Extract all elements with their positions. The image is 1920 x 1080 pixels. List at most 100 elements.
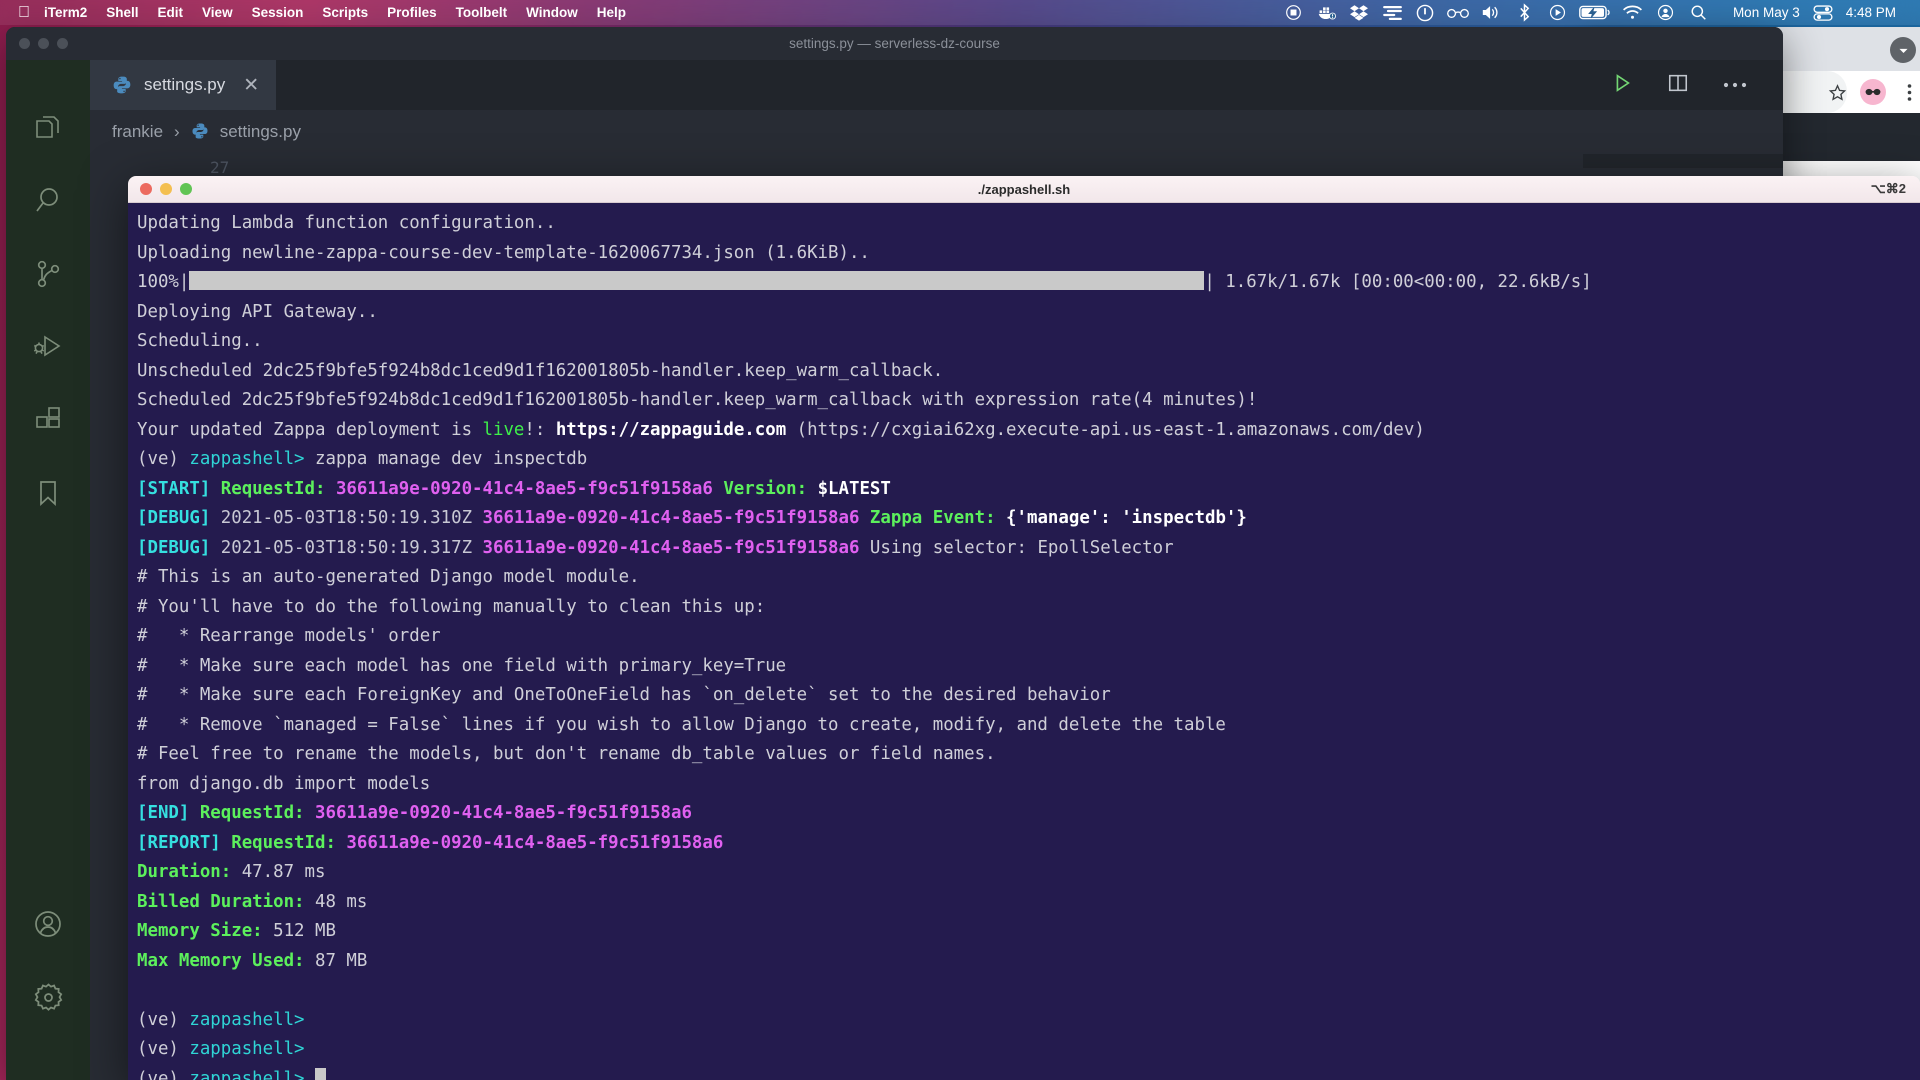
menu-item-iterm2[interactable]: iTerm2 <box>44 5 87 20</box>
terminal-line: Unscheduled 2dc25f9bfe5f924b8dc1ced9d1f1… <box>137 357 1920 387</box>
sidebar-item-search[interactable] <box>6 167 90 240</box>
terminal-text: Max Memory Used: <box>137 950 305 971</box>
terminal-line: Scheduled 2dc25f9bfe5f924b8dc1ced9d1f162… <box>137 386 1920 416</box>
user-icon[interactable] <box>1649 0 1682 25</box>
sidebar-item-source-control[interactable] <box>6 240 90 313</box>
terminal-line: (ve) zappashell> zappa manage dev inspec… <box>137 445 1920 475</box>
vscode-tab-bar[interactable]: settings.py ✕ <box>90 60 1783 110</box>
terminal-line: [START] RequestId: 36611a9e-0920-41c4-8a… <box>137 475 1920 505</box>
vscode-close-button[interactable] <box>19 38 30 49</box>
terminal-text: 36611a9e-0920-41c4-8ae5-f9c51f9158a6 <box>482 508 860 528</box>
editor-line-number: 27 <box>210 158 230 177</box>
terminal-text: | 1.67k/1.67k [00:00<00:00, 22.6kB/s] <box>1204 272 1592 292</box>
menu-item-profiles[interactable]: Profiles <box>387 5 437 20</box>
menu-item-scripts[interactable]: Scripts <box>322 5 368 20</box>
apple-logo-icon[interactable]:  <box>18 4 30 21</box>
terminal-text: [END] <box>137 803 190 823</box>
menu-item-shell[interactable]: Shell <box>106 5 138 20</box>
terminal-text: zappashell> <box>189 1068 305 1080</box>
account-icon <box>32 908 64 945</box>
avatar[interactable] <box>1860 79 1886 105</box>
iterm-window[interactable]: ./zappashell.sh ⌥⌘2 Updating Lambda func… <box>128 176 1920 1080</box>
sidebar-item-extensions[interactable] <box>6 386 90 459</box>
more-actions-icon[interactable] <box>1723 76 1747 94</box>
bartender-icon[interactable] <box>1376 0 1409 25</box>
menu-item-session[interactable]: Session <box>252 5 304 20</box>
menu-item-help[interactable]: Help <box>597 5 626 20</box>
terminal-text: {'manage': 'inspectdb'} <box>1006 508 1247 528</box>
terminal-text: zappa manage dev inspectdb <box>304 449 588 469</box>
wifi-icon[interactable] <box>1616 0 1649 25</box>
vscode-traffic-lights[interactable] <box>19 38 68 49</box>
sidebar-item-bookmarks[interactable] <box>6 459 90 532</box>
terminal-text: RequestId: <box>220 832 347 853</box>
terminal-text: Scheduling.. <box>137 331 263 351</box>
chevron-down-icon[interactable] <box>1890 37 1916 63</box>
editor-right-strip <box>1583 154 1783 168</box>
vscode-maximize-button[interactable] <box>57 38 68 49</box>
menu-item-view[interactable]: View <box>202 5 233 20</box>
tab-settings-py[interactable]: settings.py ✕ <box>90 60 277 110</box>
terminal-text: (ve) <box>137 449 190 469</box>
iterm-shortcut-label: ⌥⌘2 <box>1870 181 1906 196</box>
terminal-text: (ve) <box>137 1068 190 1080</box>
record-icon[interactable] <box>1277 0 1310 25</box>
docker-icon[interactable] <box>1310 0 1343 25</box>
terminal-line: (ve) zappashell> <box>137 1065 1920 1080</box>
onepassword-icon[interactable] <box>1409 0 1442 25</box>
star-icon[interactable] <box>1824 79 1850 105</box>
sidebar-item-account[interactable] <box>6 890 90 963</box>
terminal-text: 36611a9e-0920-41c4-8ae5-f9c51f9158a6 <box>482 537 860 558</box>
breadcrumb[interactable]: frankie › settings.py <box>90 110 1783 154</box>
terminal-text: # Feel free to rename the models, but do… <box>137 744 996 764</box>
battery-charging-icon[interactable] <box>1574 0 1616 25</box>
close-icon[interactable]: ✕ <box>243 74 259 97</box>
glasses-icon[interactable] <box>1442 0 1475 25</box>
settings-gear-icon <box>32 981 65 1019</box>
menubar-date[interactable]: Mon May 3 <box>1725 5 1808 20</box>
search-icon[interactable] <box>1682 0 1715 25</box>
python-icon <box>112 75 132 95</box>
extensions-icon <box>32 404 64 441</box>
run-python-file-icon[interactable] <box>1611 72 1633 99</box>
run-debug-icon <box>31 330 65 369</box>
dropbox-icon[interactable] <box>1343 0 1376 25</box>
menubar-status-icons[interactable] <box>1277 0 1715 25</box>
vscode-minimize-button[interactable] <box>38 38 49 49</box>
breadcrumb-folder[interactable]: frankie <box>112 122 163 142</box>
split-editor-icon[interactable] <box>1667 72 1689 99</box>
sidebar-item-run-debug[interactable] <box>6 313 90 386</box>
vscode-window-title: settings.py — serverless-dz-course <box>789 36 1000 51</box>
search-icon <box>32 185 64 222</box>
kebab-menu-icon[interactable] <box>1896 79 1920 105</box>
terminal-line: Your updated Zappa deployment is live!: … <box>137 416 1920 446</box>
macos-menu-bar[interactable]:  iTerm2 Shell Edit View Session Scripts… <box>0 0 1920 25</box>
sidebar-item-explorer[interactable] <box>6 94 90 167</box>
source-control-icon <box>32 258 64 295</box>
terminal-text: # * Remove `managed = False` lines if yo… <box>137 714 1226 735</box>
terminal-cursor <box>315 1067 327 1080</box>
terminal-text: RequestId: <box>210 478 336 499</box>
terminal-text: [START] <box>137 478 211 499</box>
play-icon[interactable] <box>1541 0 1574 25</box>
volume-icon[interactable] <box>1475 0 1508 25</box>
editor-actions[interactable] <box>1611 60 1783 110</box>
terminal-text: https://zappaguide.com <box>555 419 787 440</box>
control-center-icon[interactable] <box>1808 0 1838 25</box>
vscode-activity-bar[interactable] <box>6 60 90 1080</box>
terminal-text: Memory Size: <box>137 921 263 941</box>
menu-item-toolbelt[interactable]: Toolbelt <box>456 5 508 20</box>
menu-item-window[interactable]: Window <box>526 5 578 20</box>
terminal-text: Duration: <box>137 862 232 882</box>
terminal-screen[interactable]: Updating Lambda function configuration..… <box>128 203 1920 1080</box>
menu-item-edit[interactable]: Edit <box>158 5 184 20</box>
terminal-text: Deploying API Gateway.. <box>137 301 378 322</box>
iterm-titlebar[interactable]: ./zappashell.sh ⌥⌘2 <box>128 176 1920 203</box>
bluetooth-icon[interactable] <box>1508 0 1541 25</box>
terminal-line: (ve) zappashell> <box>137 1035 1920 1065</box>
sidebar-item-settings[interactable] <box>6 963 90 1036</box>
terminal-text: (ve) <box>137 1039 190 1059</box>
breadcrumb-file[interactable]: settings.py <box>220 122 301 142</box>
progress-bar <box>189 271 1205 290</box>
menubar-clock[interactable]: 4:48 PM <box>1838 5 1904 20</box>
